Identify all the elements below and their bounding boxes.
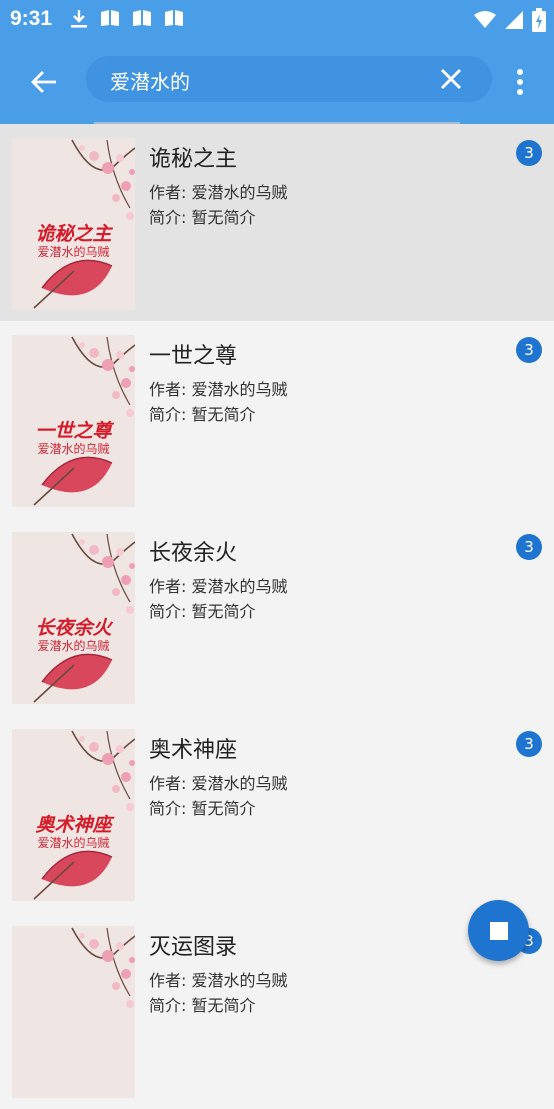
arrow-left-icon [31, 71, 56, 93]
cover-author: 爱潜水的乌贼 [37, 245, 110, 259]
source-count-badge: 3 [516, 140, 542, 166]
signal-icon [505, 11, 523, 29]
more-options-button[interactable] [504, 62, 536, 102]
book-intro: 简介: 暂无简介 [149, 602, 256, 621]
status-bar: 9:31 [0, 0, 554, 40]
book-list-item[interactable]: 诡秘之主 爱潜水的乌贼 诡秘之主 作者: 爱潜水的乌贼 简介: 暂无简介 3 [0, 124, 554, 321]
book-intro: 简介: 暂无简介 [149, 208, 256, 227]
book-cover: 一世之尊 爱潜水的乌贼 [12, 335, 135, 507]
book-author: 作者: 爱潜水的乌贼 [149, 774, 288, 793]
cover-author: 爱潜水的乌贼 [37, 639, 110, 653]
battery-icon [532, 8, 546, 32]
book-title: 灭运图录 [149, 935, 238, 960]
search-input[interactable]: 爱潜水的 [110, 66, 190, 95]
source-count-badge: 3 [516, 534, 542, 560]
notification-icons [70, 9, 184, 29]
book-title: 一世之尊 [149, 344, 238, 369]
cover-title: 奥术神座 [35, 814, 112, 836]
book-title: 诡秘之主 [149, 147, 238, 172]
book-list-item[interactable]: 奥术神座 爱潜水的乌贼 奥术神座 作者: 爱潜水的乌贼 简介: 暂无简介 3 [0, 715, 554, 912]
source-count-badge: 3 [516, 337, 542, 363]
book-author: 作者: 爱潜水的乌贼 [149, 380, 288, 399]
book-cover: 长夜余火 爱潜水的乌贼 [12, 532, 135, 704]
wifi-icon [474, 11, 496, 28]
cover-title: 诡秘之主 [35, 223, 112, 245]
cover-author: 爱潜水的乌贼 [37, 836, 110, 850]
book-author: 作者: 爱潜水的乌贼 [149, 577, 288, 596]
book-intro: 简介: 暂无简介 [149, 799, 256, 818]
stop-icon [489, 921, 508, 940]
book-icon [133, 10, 151, 26]
book-intro: 简介: 暂无简介 [149, 996, 256, 1015]
book-title: 奥术神座 [149, 738, 238, 763]
cover-title: 长夜余火 [35, 617, 112, 639]
book-list-item[interactable]: 一世之尊 爱潜水的乌贼 一世之尊 作者: 爱潜水的乌贼 简介: 暂无简介 3 [0, 321, 554, 518]
source-count-badge: 3 [516, 731, 542, 757]
book-icon [165, 10, 183, 26]
book-cover: 诡秘之主 爱潜水的乌贼 [12, 138, 135, 310]
stop-search-button[interactable] [468, 900, 529, 961]
book-author: 作者: 爱潜水的乌贼 [149, 183, 288, 202]
search-field[interactable]: 爱潜水的 [86, 56, 492, 102]
back-button[interactable] [24, 62, 64, 102]
search-toolbar: 爱潜水的 [0, 40, 554, 124]
book-list-item[interactable]: 长夜余火 爱潜水的乌贼 长夜余火 作者: 爱潜水的乌贼 简介: 暂无简介 3 [0, 518, 554, 715]
book-intro: 简介: 暂无简介 [149, 405, 256, 424]
cover-author: 爱潜水的乌贼 [37, 442, 110, 456]
book-icon [101, 10, 119, 26]
system-icons [474, 8, 546, 32]
close-icon [440, 68, 462, 90]
book-cover [12, 926, 135, 1098]
more-vert-icon [517, 69, 523, 95]
clear-search-button[interactable] [438, 66, 464, 92]
download-icon [71, 10, 87, 28]
book-title: 长夜余火 [149, 541, 238, 566]
status-time: 9:31 [10, 7, 53, 30]
search-results-list: 诡秘之主 爱潜水的乌贼 诡秘之主 作者: 爱潜水的乌贼 简介: 暂无简介 3 一… [0, 124, 554, 1109]
cover-title: 一世之尊 [35, 420, 112, 442]
book-author: 作者: 爱潜水的乌贼 [149, 971, 288, 990]
book-cover: 奥术神座 爱潜水的乌贼 [12, 729, 135, 901]
